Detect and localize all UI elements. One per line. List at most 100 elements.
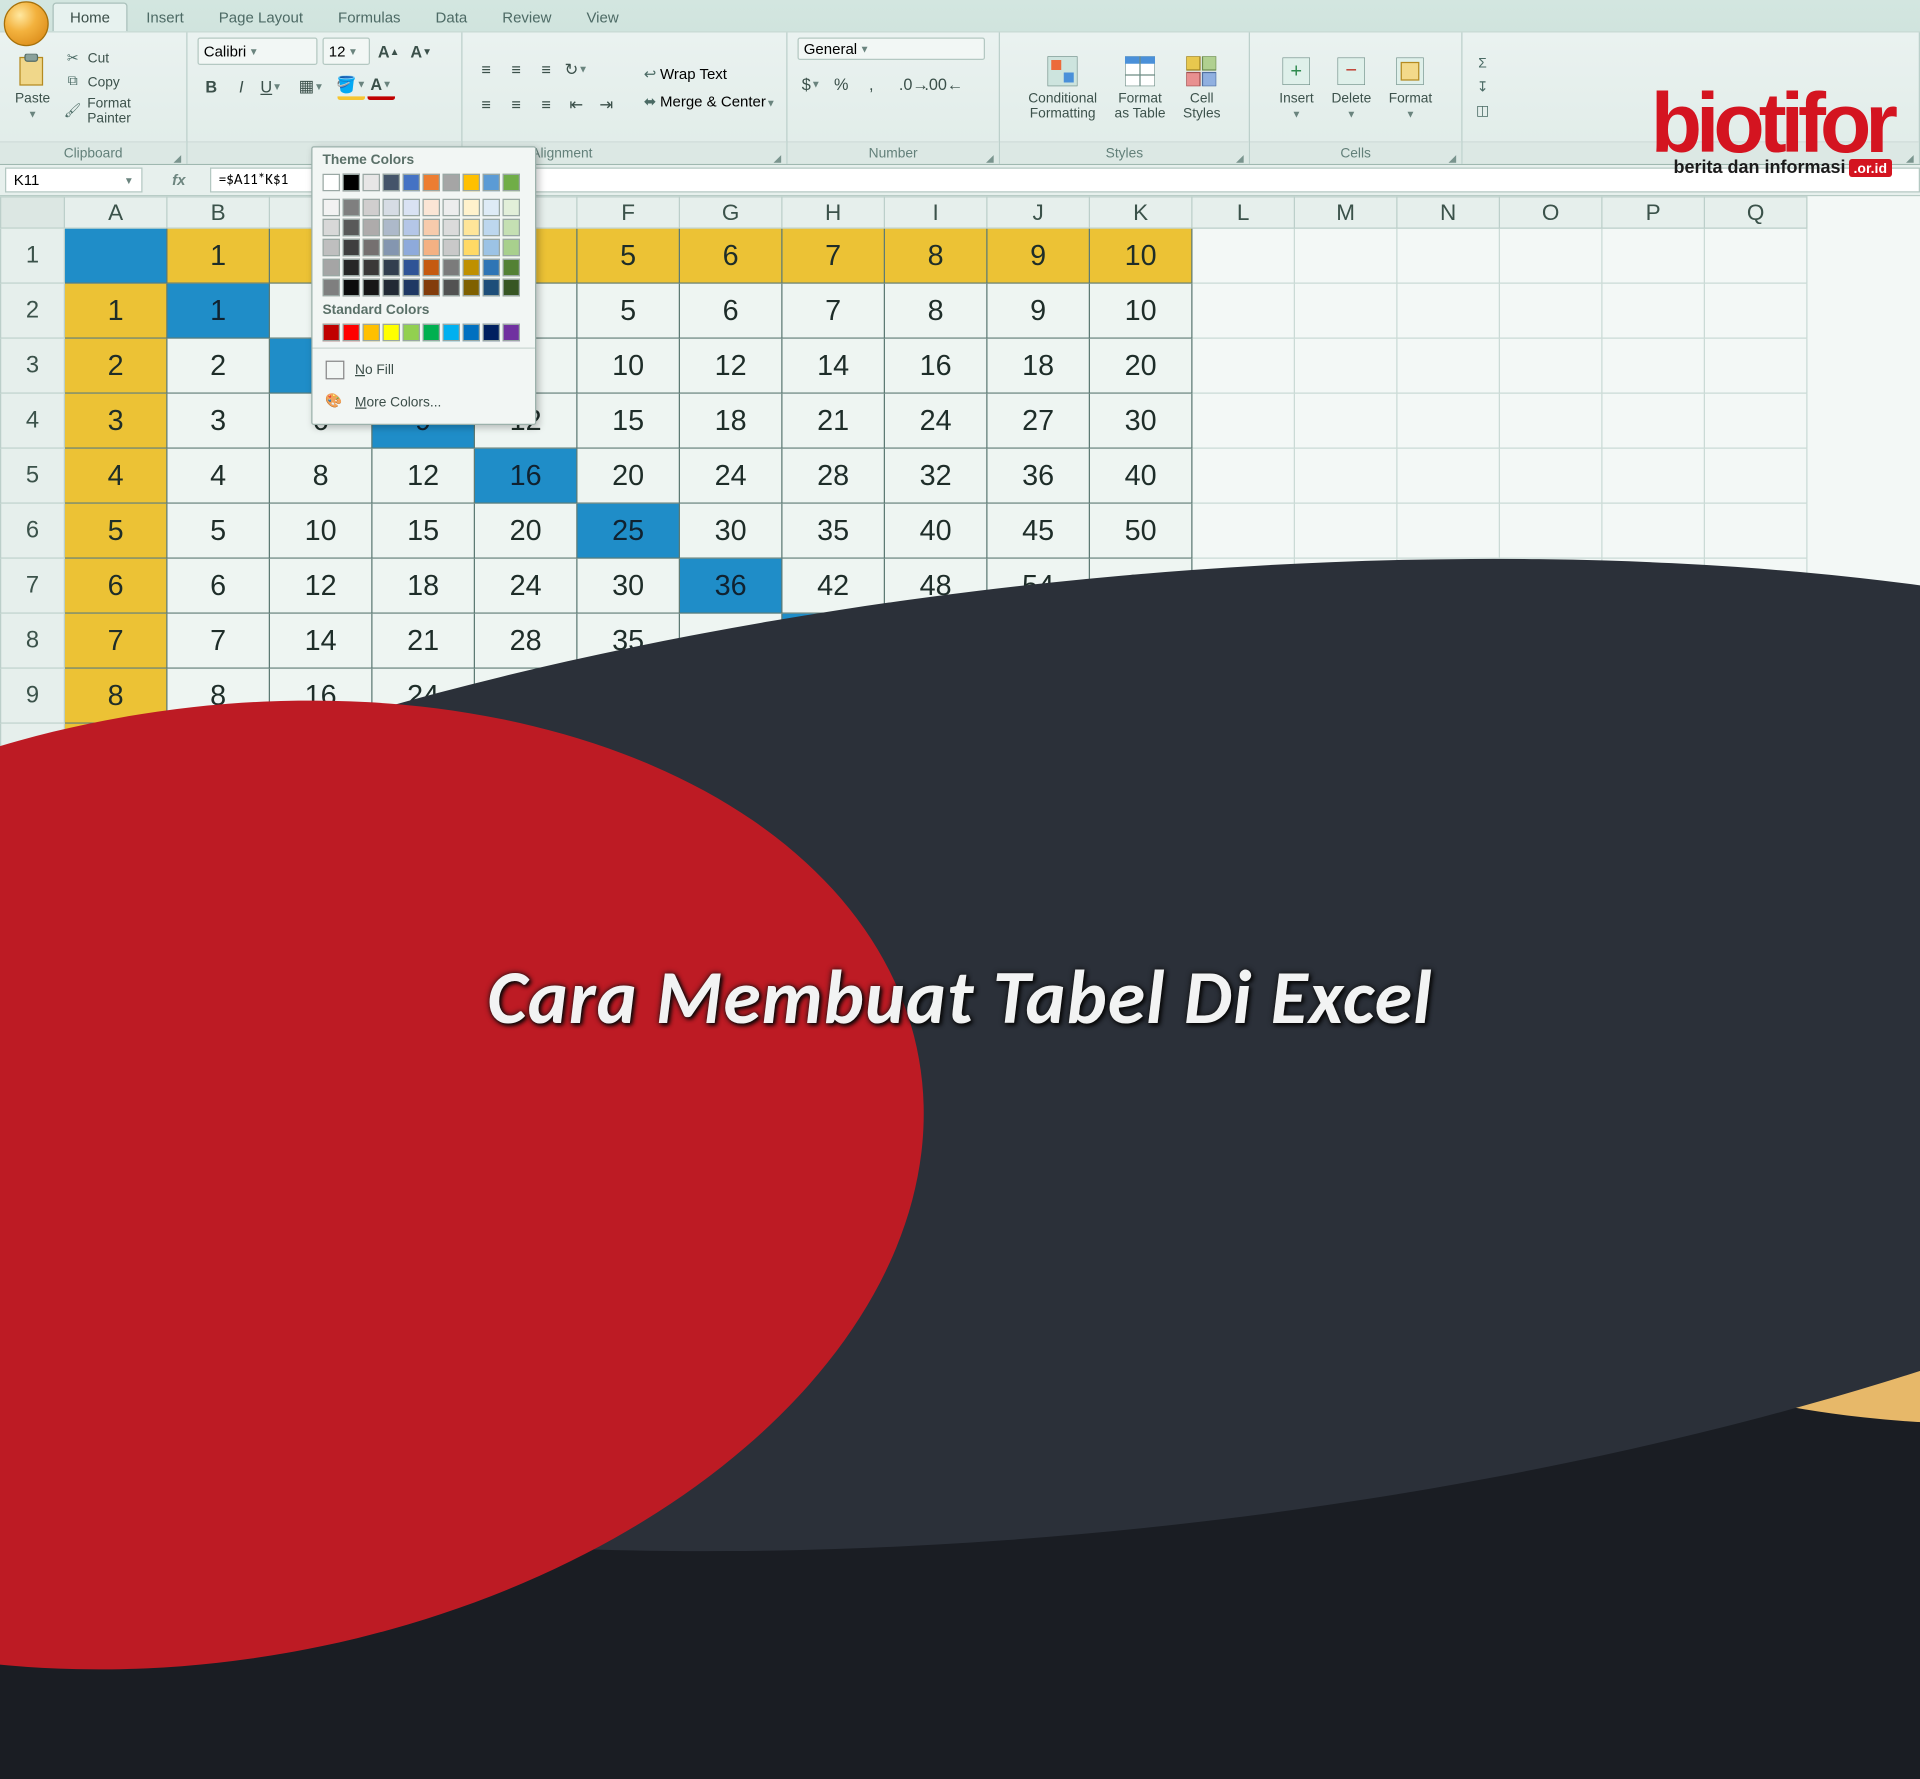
cell-styles-button[interactable]: Cell Styles — [1178, 51, 1225, 124]
color-swatch[interactable] — [343, 324, 361, 342]
color-swatch[interactable] — [343, 279, 361, 297]
cell-P10[interactable] — [1603, 724, 1706, 779]
cell-I5[interactable]: 32 — [885, 449, 988, 504]
font-size-select[interactable]: 12▼ — [323, 38, 371, 66]
color-swatch[interactable] — [443, 174, 461, 192]
wrap-text-button[interactable]: ↩Wrap Text — [640, 63, 776, 83]
cell-C7[interactable]: 12 — [270, 559, 373, 614]
cell-L11[interactable] — [1193, 779, 1296, 834]
color-swatch[interactable] — [463, 199, 481, 217]
cell-P3[interactable] — [1603, 339, 1706, 394]
cell-D7[interactable]: 18 — [373, 559, 476, 614]
color-swatch[interactable] — [503, 279, 521, 297]
row-header[interactable]: 4 — [0, 394, 65, 449]
cell-G6[interactable]: 30 — [680, 504, 783, 559]
cell-A8[interactable]: 7 — [65, 614, 168, 669]
color-swatch[interactable] — [503, 219, 521, 237]
cell-A9[interactable]: 8 — [65, 669, 168, 724]
cell-N9[interactable] — [1398, 669, 1501, 724]
cell-C5[interactable]: 8 — [270, 449, 373, 504]
delete-cells-button[interactable]: −Delete▼ — [1326, 51, 1376, 122]
cell-D5[interactable]: 12 — [373, 449, 476, 504]
cell-A5[interactable]: 4 — [65, 449, 168, 504]
cell-F9[interactable]: 40 — [578, 669, 681, 724]
cell-O2[interactable] — [1500, 284, 1603, 339]
cell-M8[interactable] — [1295, 614, 1398, 669]
color-swatch[interactable] — [503, 259, 521, 277]
border-button[interactable]: ▦▼ — [298, 73, 326, 101]
color-swatch[interactable] — [323, 199, 341, 217]
color-swatch[interactable] — [503, 199, 521, 217]
col-header-P[interactable]: P — [1603, 196, 1706, 229]
tab-page-layout[interactable]: Page Layout — [203, 4, 320, 32]
cell-D10[interactable]: 27 — [373, 724, 476, 779]
cell-K2[interactable]: 10 — [1090, 284, 1193, 339]
color-swatch[interactable] — [343, 219, 361, 237]
col-header-O[interactable]: O — [1500, 196, 1603, 229]
col-header-M[interactable]: M — [1295, 196, 1398, 229]
cell-Q7[interactable] — [1705, 559, 1808, 614]
color-swatch[interactable] — [423, 259, 441, 277]
color-swatch[interactable] — [323, 324, 341, 342]
grow-font-button[interactable]: A▲ — [375, 38, 403, 66]
italic-button[interactable]: I — [228, 73, 256, 101]
autosum-button[interactable]: Σ — [1473, 53, 1493, 73]
cell-C6[interactable]: 10 — [270, 504, 373, 559]
color-swatch[interactable] — [443, 219, 461, 237]
color-swatch[interactable] — [363, 174, 381, 192]
cell-I6[interactable]: 40 — [885, 504, 988, 559]
cell-G11[interactable]: 60 — [680, 779, 783, 834]
cell-I8[interactable]: 56 — [885, 614, 988, 669]
cell-N6[interactable] — [1398, 504, 1501, 559]
cell-I9[interactable]: 64 — [885, 669, 988, 724]
cell-K11[interactable]: 100 — [1090, 779, 1193, 834]
cell-F4[interactable]: 15 — [578, 394, 681, 449]
cell-B4[interactable]: 3 — [168, 394, 271, 449]
cell-E11[interactable]: 40 — [475, 779, 578, 834]
select-all-corner[interactable] — [0, 196, 65, 229]
row-header[interactable]: 7 — [0, 559, 65, 614]
color-swatch[interactable] — [423, 199, 441, 217]
cell-F8[interactable]: 35 — [578, 614, 681, 669]
cell-P5[interactable] — [1603, 449, 1706, 504]
color-swatch[interactable] — [383, 174, 401, 192]
cell-O10[interactable] — [1500, 724, 1603, 779]
cell-G2[interactable]: 6 — [680, 284, 783, 339]
cell-I2[interactable]: 8 — [885, 284, 988, 339]
row-header[interactable]: 5 — [0, 449, 65, 504]
cell-N10[interactable] — [1398, 724, 1501, 779]
cell-L7[interactable] — [1193, 559, 1296, 614]
indent-inc-button[interactable]: ⇥ — [593, 91, 621, 119]
bold-button[interactable]: B — [198, 73, 226, 101]
cell-M1[interactable] — [1295, 229, 1398, 284]
cell-F2[interactable]: 5 — [578, 284, 681, 339]
cell-K4[interactable]: 30 — [1090, 394, 1193, 449]
row-header[interactable]: 1 — [0, 229, 65, 284]
cell-L5[interactable] — [1193, 449, 1296, 504]
cell-H2[interactable]: 7 — [783, 284, 886, 339]
cell-N5[interactable] — [1398, 449, 1501, 504]
insert-cells-button[interactable]: +Insert▼ — [1274, 51, 1319, 122]
cell-D11[interactable]: 30 — [373, 779, 476, 834]
cell-P1[interactable] — [1603, 229, 1706, 284]
color-swatch[interactable] — [363, 279, 381, 297]
color-swatch[interactable] — [443, 239, 461, 257]
color-swatch[interactable] — [343, 174, 361, 192]
cell-A2[interactable]: 1 — [65, 284, 168, 339]
cell-A4[interactable]: 3 — [65, 394, 168, 449]
cell-G5[interactable]: 24 — [680, 449, 783, 504]
cell-K8[interactable]: 70 — [1090, 614, 1193, 669]
cell-I3[interactable]: 16 — [885, 339, 988, 394]
color-swatch[interactable] — [363, 259, 381, 277]
color-swatch[interactable] — [383, 219, 401, 237]
color-swatch[interactable] — [383, 239, 401, 257]
color-swatch[interactable] — [383, 259, 401, 277]
orientation-button[interactable]: ↻▼ — [563, 56, 591, 84]
cell-I1[interactable]: 8 — [885, 229, 988, 284]
cell-E5[interactable]: 16 — [475, 449, 578, 504]
row-header[interactable]: 10 — [0, 724, 65, 779]
cell-A3[interactable]: 2 — [65, 339, 168, 394]
cell-F3[interactable]: 10 — [578, 339, 681, 394]
currency-button[interactable]: $▼ — [798, 70, 826, 98]
cut-button[interactable]: ✂Cut — [63, 48, 177, 68]
